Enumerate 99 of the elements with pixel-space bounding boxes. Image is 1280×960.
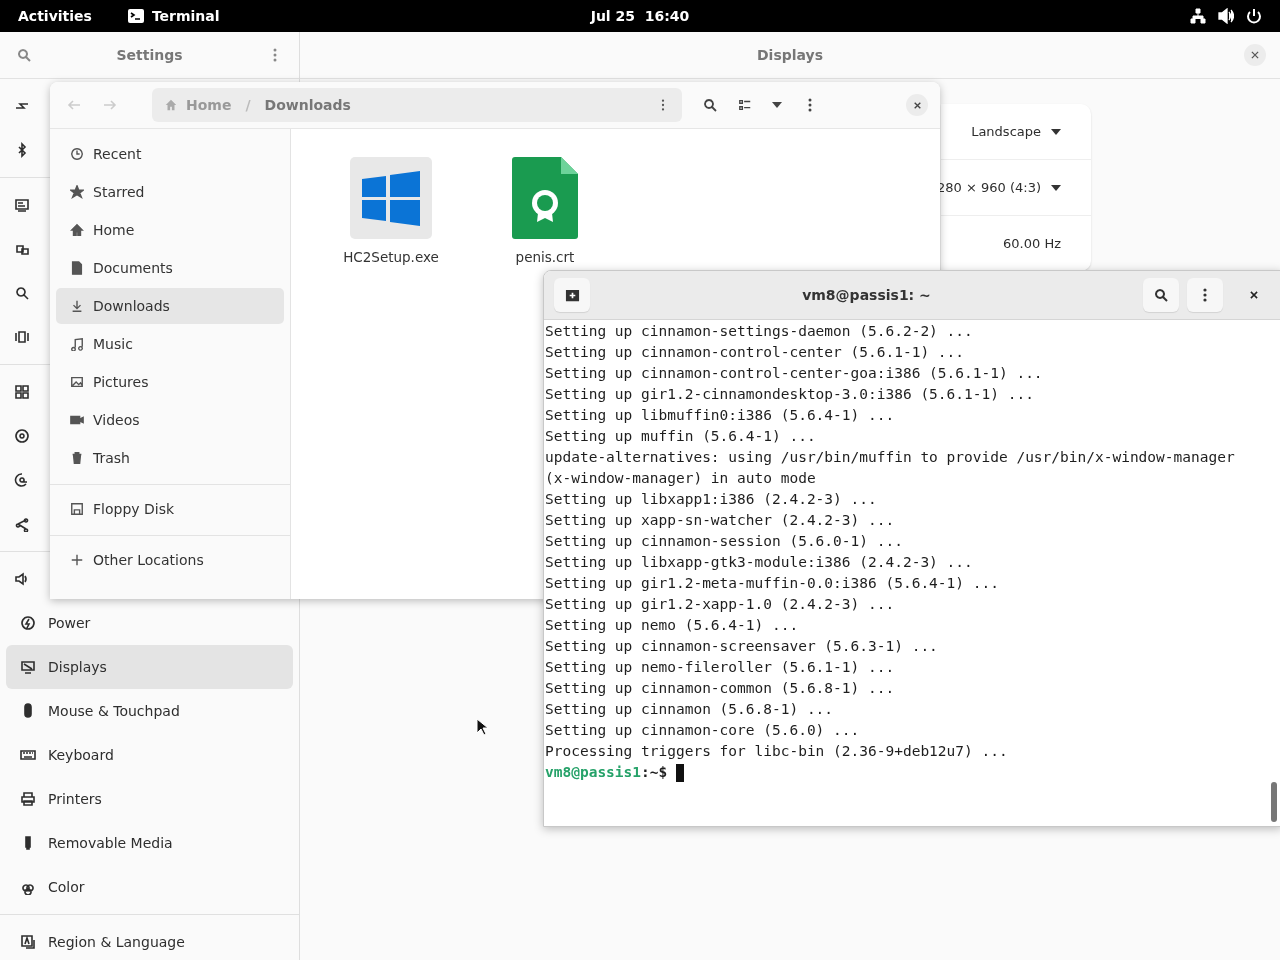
prompt-path: :~$ (641, 763, 668, 782)
terminal-output-line: Setting up nemo (5.6.4-1) ... (545, 616, 800, 635)
pictures-icon (70, 375, 84, 389)
terminal-output-line: Setting up cinnamon-control-center (5.6.1-1) ... (545, 343, 966, 362)
sidebar-item[interactable]: Mouse & Touchpad (6, 689, 293, 733)
terminal-output-line: Setting up libxapp-gtk3-module:i386 (2.4.2-3) ... (545, 553, 974, 572)
new-tab-button[interactable] (554, 278, 590, 312)
documents-icon (70, 261, 84, 275)
scrollbar-thumb[interactable] (1271, 782, 1277, 822)
terminal-output-line: Setting up cinnamon-screensaver (5.6.3-1) ... (545, 637, 939, 656)
power-icon[interactable] (1246, 8, 1262, 24)
file-name[interactable]: HC2Setup.exe (343, 249, 439, 265)
multitasking-icon (14, 329, 30, 345)
sidebar-item[interactable]: Documents (56, 250, 284, 286)
sidebar-item[interactable]: Power (6, 601, 293, 645)
terminal-output-line: Setting up nemo-fileroller (5.6.1-1) ... (545, 658, 896, 677)
terminal-output-line: update-alternatives: using /usr/bin/muffin to provide /usr/bin/x-window-manager (545, 448, 1236, 467)
terminal-output-line: Setting up cinnamon-common (5.6.8-1) ... (545, 679, 896, 698)
sidebar-item[interactable]: Recent (56, 136, 284, 172)
recent-icon (70, 147, 84, 161)
search-icon[interactable] (702, 97, 718, 113)
downloads-icon (70, 299, 84, 313)
home-icon (70, 223, 84, 237)
sidebar-item[interactable]: Other Locations (56, 542, 284, 578)
terminal-icon (127, 9, 144, 23)
apps-icon (14, 384, 30, 400)
path-crumb[interactable]: Downloads (264, 97, 351, 113)
panel-title: Displays (756, 47, 824, 63)
sound-icon (14, 571, 30, 587)
sidebar-item[interactable]: Region & Language (6, 920, 293, 960)
starred-icon (70, 185, 84, 199)
text-cursor (676, 763, 685, 782)
search-button[interactable] (1143, 278, 1179, 312)
close-icon (1250, 50, 1260, 60)
terminal-output-line: Setting up cinnamon-session (5.6.0-1) ... (545, 532, 904, 551)
region-icon (20, 934, 36, 950)
sidebar-item[interactable]: Pictures (56, 364, 284, 400)
sidebar-item[interactable]: Trash (56, 440, 284, 476)
sidebar-item[interactable]: Downloads (56, 288, 284, 324)
terminal-output-line: Setting up gir1.2-xapp-1.0 (2.4.2-3) ... (545, 595, 896, 614)
keyboard-icon (20, 747, 36, 763)
close-icon (1249, 290, 1259, 300)
app-menu-label[interactable]: Terminal (151, 8, 220, 24)
sharing-icon (14, 516, 30, 532)
sidebar-item[interactable]: Starred (56, 174, 284, 210)
caret-icon[interactable] (1051, 184, 1061, 191)
activities-button[interactable]: Activities (18, 8, 92, 24)
sidebar-item[interactable]: Removable Media (6, 821, 293, 865)
terminal-output-line: Setting up cinnamon-control-center-goa:i386 (5.6.1-1) ... (545, 364, 1044, 383)
floppy-icon (70, 502, 84, 516)
terminal-output-line: Setting up xapp-sn-watcher (2.4.2-3) ... (545, 511, 896, 530)
windows-logo-icon[interactable] (350, 157, 432, 239)
terminal-output-line: Setting up cinnamon-settings-daemon (5.6.2-2) ... (545, 322, 974, 341)
close-icon (912, 100, 922, 110)
file-name[interactable]: penis.crt (515, 249, 575, 265)
printers-icon (20, 791, 36, 807)
volume-icon[interactable] (1218, 8, 1234, 24)
search-icon (14, 285, 30, 301)
clock[interactable]: Jul 25 16:40 (590, 8, 690, 24)
terminal-output-line: Setting up gir1.2-meta-muffin-0.0:i386 (5.6.4-1) ... (545, 574, 1000, 593)
caret-icon[interactable] (1051, 128, 1061, 135)
settings-title: Settings (116, 47, 183, 63)
terminal-output-line: Setting up cinnamon-core (5.6.0) ... (545, 721, 861, 740)
mouse-pointer-icon (476, 718, 488, 736)
certificate-file-icon[interactable] (512, 157, 578, 239)
privacy-icon (14, 428, 30, 444)
displays-icon (20, 659, 36, 675)
path-bar[interactable]: Home / Downloads (152, 88, 682, 122)
power-icon (20, 615, 36, 631)
trash-icon (70, 451, 84, 465)
close-button[interactable] (1244, 44, 1266, 66)
terminal-output-line: Setting up libmuffin0:i386 (5.6.4-1) ... (545, 406, 896, 425)
new-tab-icon (564, 287, 580, 303)
caret-icon[interactable] (772, 102, 782, 108)
sidebar-item[interactable]: Color (6, 865, 293, 909)
music-icon (70, 337, 84, 351)
sidebar-item[interactable]: Keyboard (6, 733, 293, 777)
sidebar-item[interactable]: Printers (6, 777, 293, 821)
sidebar-item[interactable]: Home (56, 212, 284, 248)
terminal-output-line: Setting up libxapp1:i386 (2.4.2-3) ... (545, 490, 878, 509)
prompt-user-host: vm8@passis1 (545, 763, 642, 782)
sidebar-item[interactable]: Floppy Disk (56, 491, 284, 527)
terminal-output-line: (x-window-manager) in auto mode (545, 469, 817, 488)
videos-icon (70, 413, 84, 427)
sidebar-item[interactable]: Music (56, 326, 284, 362)
path-separator: / (245, 97, 251, 113)
sidebar-item[interactable]: Videos (56, 402, 284, 438)
terminal-output-line: Setting up muffin (5.6.4-1) ... (545, 427, 817, 446)
sidebar-item[interactable]: Displays (6, 645, 293, 689)
setting-value[interactable]: Landscape (971, 124, 1041, 139)
setting-value[interactable]: 60.00 Hz (1003, 236, 1061, 251)
terminal-output-line: Setting up cinnamon (5.6.8-1) ... (545, 700, 835, 719)
terminal-output-line: Processing triggers for libc-bin (2.36-9+deb12u7) ... (545, 742, 1009, 761)
home-icon (164, 98, 178, 112)
list-view-icon[interactable] (738, 98, 752, 112)
terminal-output-line: Setting up gir1.2-cinnamondesktop-3.0:i386 (5.6.1-1) ... (545, 385, 1035, 404)
window-title: vm8@passis1: ~ (801, 287, 932, 303)
search-icon (1153, 287, 1169, 303)
close-button[interactable] (906, 94, 928, 116)
